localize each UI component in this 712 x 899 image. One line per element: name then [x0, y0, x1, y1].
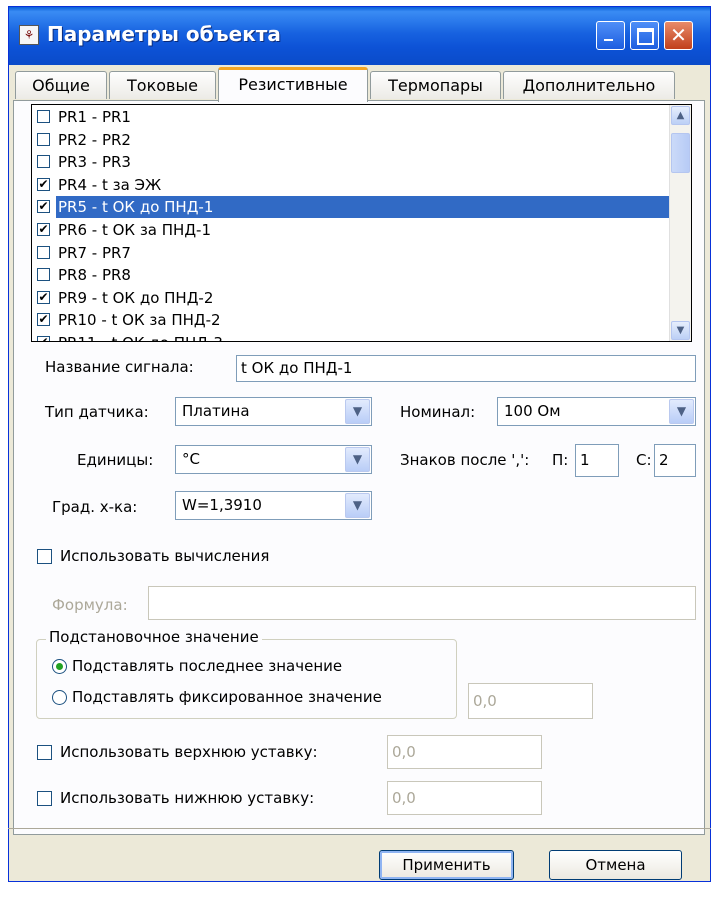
lower-setpoint-input[interactable]: 0,0: [387, 781, 542, 815]
last-value-label: Подставлять последнее значение: [72, 657, 343, 675]
list-item[interactable]: ✔ PR9 - t ОК до ПНД-2: [32, 287, 670, 309]
upper-setpoint-input[interactable]: 0,0: [387, 735, 542, 769]
tab-thermocouples[interactable]: Термопары: [370, 71, 501, 99]
sensor-type-value: Платина: [182, 402, 250, 420]
decimals-p-input[interactable]: 1: [575, 444, 619, 477]
list-item-checkbox[interactable]: ✔: [37, 290, 50, 304]
decimals-c-input[interactable]: 2: [654, 444, 696, 477]
list-item-checkbox[interactable]: [37, 245, 50, 259]
close-button[interactable]: ✕: [664, 21, 693, 50]
substitution-groupbox: [36, 639, 457, 719]
list-item-label: PR7 - PR7: [58, 243, 131, 262]
list-item-label: PR8 - PR8: [58, 266, 131, 285]
list-item-label: PR6 - t ОК за ПНД-1: [58, 221, 212, 239]
chevron-down-icon[interactable]: ▼: [345, 493, 370, 518]
minimize-icon: [604, 39, 613, 41]
lower-setpoint-checkbox[interactable]: [37, 791, 52, 806]
maximize-button[interactable]: [630, 21, 659, 50]
tab-strip: Общие Токовые Резистивные Термопары Допо…: [13, 67, 703, 102]
apply-button[interactable]: Применить: [379, 850, 514, 880]
list-item-checkbox[interactable]: [37, 155, 50, 169]
list-item-label: PR2 - PR2: [58, 130, 131, 149]
cancel-button[interactable]: Отмена: [549, 850, 682, 880]
window-title: Параметры объекта: [47, 22, 281, 46]
nominal-select[interactable]: 100 Ом ▼: [497, 397, 696, 426]
list-item[interactable]: ✔ PR11 - t ОК до ПНД-3: [32, 332, 670, 341]
list-item-checkbox[interactable]: ✔: [37, 200, 50, 214]
signal-name-input[interactable]: t ОК до ПНД-1: [236, 355, 696, 382]
list-item[interactable]: ✔ PR5 - t ОК до ПНД-1: [32, 196, 670, 219]
upper-setpoint-checkbox[interactable]: [37, 745, 52, 760]
grad-label: Град. х-ка:: [52, 498, 138, 516]
object-properties-icon: ⚘: [19, 25, 39, 45]
tab-current[interactable]: Токовые: [109, 71, 216, 99]
minimize-button[interactable]: [596, 21, 625, 50]
list-item-checkbox[interactable]: ✔: [37, 223, 50, 236]
list-item-label: PR11 - t ОК до ПНД-3: [58, 332, 223, 341]
sensor-type-select[interactable]: Платина ▼: [175, 397, 372, 426]
list-item-checkbox[interactable]: [37, 268, 50, 282]
use-calc-checkbox[interactable]: [37, 549, 52, 564]
use-calc-label: Использовать вычисления: [60, 547, 270, 565]
formula-input[interactable]: [148, 586, 696, 620]
list-item[interactable]: ✔ PR6 - t ОК за ПНД-1: [32, 219, 670, 241]
decimals-p-label: П:: [552, 451, 569, 469]
close-icon: ✕: [670, 23, 687, 47]
decimals-c-label: С:: [636, 451, 652, 469]
radio-fixed-value[interactable]: [52, 690, 67, 705]
list-item-label: PR1 - PR1: [58, 108, 131, 126]
scroll-thumb[interactable]: [671, 133, 690, 173]
radio-selected-icon: [56, 663, 63, 670]
list-item[interactable]: ✔ PR4 - t за ЭЖ: [32, 174, 670, 196]
chevron-down-icon[interactable]: ▼: [345, 447, 370, 472]
nominal-value: 100 Ом: [504, 402, 561, 420]
list-scrollbar[interactable]: ▲ ▼: [669, 105, 691, 341]
list-item-label: PR5 - t ОК до ПНД-1: [56, 196, 670, 219]
list-item[interactable]: PR8 - PR8: [32, 264, 670, 286]
fixed-value-input[interactable]: 0,0: [468, 683, 593, 719]
grad-select[interactable]: W=1,3910 ▼: [175, 491, 372, 520]
fixed-value-label: Подставлять фиксированное значение: [72, 688, 382, 706]
list-item[interactable]: PR2 - PR2: [32, 129, 670, 151]
signal-listbox[interactable]: PR1 - PR1 PR2 - PR2 PR3 - PR3 ✔ PR4 - t за Э…: [31, 104, 692, 342]
list-item-checkbox[interactable]: ✔: [37, 336, 50, 341]
tab-additional[interactable]: Дополнительно: [503, 71, 675, 99]
list-item-checkbox[interactable]: [37, 110, 50, 123]
formula-label: Формула:: [52, 596, 128, 614]
list-item[interactable]: PR3 - PR3: [32, 151, 670, 173]
chevron-down-icon[interactable]: ▼: [669, 399, 694, 424]
list-item[interactable]: ✔ PR10 - t ОК за ПНД-2: [32, 309, 670, 331]
tab-resistive[interactable]: Резистивные: [218, 67, 368, 102]
list-item-label: PR10 - t ОК за ПНД-2: [58, 311, 221, 330]
maximize-icon: [637, 28, 654, 45]
list-item-label: PR9 - t ОК до ПНД-2: [58, 288, 214, 307]
units-label: Единицы:: [77, 451, 154, 469]
decimals-label: Знаков после ',':: [400, 451, 530, 469]
nominal-label: Номинал:: [400, 403, 476, 421]
footer-separator: [8, 828, 711, 829]
list-item-checkbox[interactable]: ✔: [37, 313, 50, 327]
scroll-down-icon[interactable]: ▼: [671, 321, 690, 340]
list-item[interactable]: PR1 - PR1: [32, 106, 670, 128]
list-item[interactable]: PR7 - PR7: [32, 242, 670, 264]
chevron-down-icon[interactable]: ▼: [345, 399, 370, 424]
grad-value: W=1,3910: [182, 496, 262, 514]
radio-last-value[interactable]: [52, 659, 67, 674]
list-item-checkbox[interactable]: [37, 132, 50, 146]
substitution-group-title: Подстановочное значение: [46, 628, 262, 646]
units-value: °C: [182, 450, 200, 468]
upper-setpoint-label: Использовать верхнюю уставку:: [60, 743, 318, 761]
sensor-type-label: Тип датчика:: [45, 403, 149, 421]
units-select[interactable]: °C ▼: [175, 445, 372, 474]
scroll-up-icon[interactable]: ▲: [671, 106, 690, 125]
tab-general[interactable]: Общие: [15, 71, 107, 99]
list-item-checkbox[interactable]: ✔: [37, 177, 50, 191]
lower-setpoint-label: Использовать нижнюю уставку:: [60, 789, 315, 807]
list-item-label: PR4 - t за ЭЖ: [58, 175, 162, 194]
list-item-label: PR3 - PR3: [58, 153, 131, 172]
signal-name-label: Название сигнала:: [45, 358, 194, 376]
title-bar[interactable]: ⚘ Параметры объекта ✕: [9, 7, 710, 65]
